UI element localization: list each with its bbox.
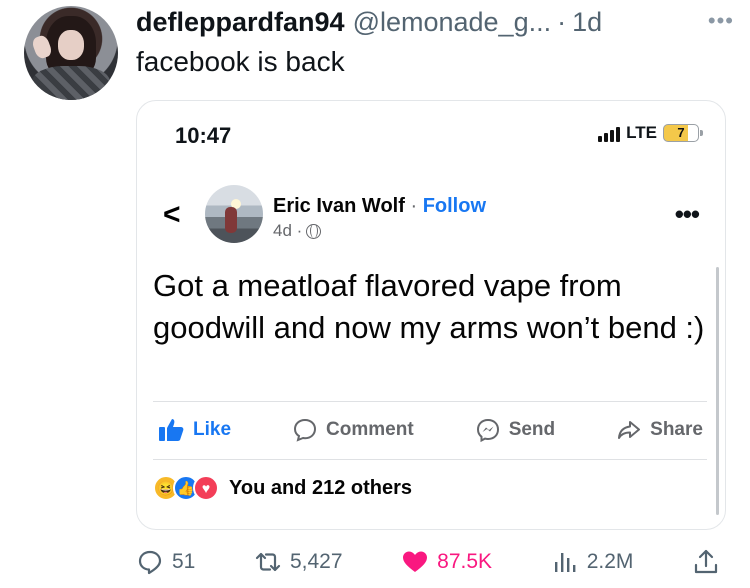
- status-bar-time: 10:47: [175, 123, 232, 148]
- battery-icon: 7: [663, 124, 703, 142]
- fb-post-age: 4d ·: [273, 221, 303, 240]
- share-label: Share: [650, 419, 703, 440]
- retweet-count: 5,427: [289, 550, 343, 573]
- avatar-person: [225, 207, 237, 233]
- fb-separator: ·: [410, 195, 418, 217]
- views-button[interactable]: 2.2M: [551, 548, 634, 576]
- fb-post-text: Got a meatloaf flavored vape from goodwi…: [153, 268, 705, 345]
- tweet-action-bar: 51 5,427 87.5K 2.2M: [136, 548, 720, 576]
- tweet-header: defleppardfan94 @lemonade_g... · 1d: [136, 6, 602, 38]
- reply-icon: [138, 550, 162, 575]
- like-icon: [159, 419, 184, 441]
- fb-reactions: 😆 👍 ♥ You and 212 others: [153, 475, 412, 501]
- like-button[interactable]: 87.5K: [401, 548, 492, 576]
- send-icon: [476, 418, 499, 443]
- tweet-text: facebook is back: [136, 46, 345, 77]
- fb-more-icon: •••: [674, 199, 700, 229]
- tweet-time[interactable]: 1d: [572, 7, 602, 38]
- like-label: Like: [193, 419, 232, 440]
- embedded-image[interactable]: 10:47 LTE 7 < Eric Ivan Wolf · Follow 4d…: [136, 100, 726, 530]
- globe-icon: [306, 223, 322, 239]
- fb-avatar: [205, 185, 263, 243]
- header-dot: ·: [557, 6, 567, 37]
- fb-author-line: Eric Ivan Wolf · Follow: [273, 195, 486, 218]
- fb-follow-link: Follow: [422, 195, 487, 217]
- more-icon[interactable]: •••: [708, 8, 734, 34]
- fb-send-action: Send: [475, 417, 555, 443]
- fb-comment-action: Comment: [292, 417, 414, 443]
- user-avatar[interactable]: [24, 6, 118, 100]
- divider: [153, 459, 707, 460]
- scrollbar: [716, 267, 719, 515]
- back-chevron-icon: <: [163, 198, 181, 231]
- signal-icon: [598, 124, 621, 142]
- fb-author-name: Eric Ivan Wolf: [273, 195, 405, 217]
- heart-icon: [403, 551, 428, 572]
- views-icon: [554, 553, 576, 572]
- upload-icon: [694, 549, 718, 574]
- user-handle[interactable]: @lemonade_g...: [353, 7, 552, 38]
- fb-like-action: Like: [157, 417, 231, 443]
- send-label: Send: [508, 419, 556, 440]
- reply-button[interactable]: 51: [136, 548, 195, 576]
- retweet-icon: [255, 552, 281, 572]
- share-icon: [618, 421, 641, 439]
- comment-icon: [294, 418, 317, 442]
- love-reaction-icon: ♥: [193, 475, 219, 501]
- reply-count: 51: [172, 550, 196, 573]
- comment-label: Comment: [326, 419, 414, 440]
- fb-share-action: Share: [616, 417, 703, 443]
- network-label: LTE: [626, 123, 657, 142]
- display-name[interactable]: defleppardfan94: [136, 7, 345, 38]
- avatar-face: [58, 30, 84, 60]
- reactions-text: You and 212 others: [229, 476, 413, 499]
- fb-post-meta: 4d ·: [273, 221, 322, 241]
- retweet-button[interactable]: 5,427: [254, 548, 343, 576]
- share-tweet-button[interactable]: [692, 548, 720, 576]
- fb-action-bar: Like Comment Send Share: [157, 417, 703, 443]
- divider: [153, 401, 707, 402]
- avatar-sweater: [32, 66, 110, 100]
- status-bar-right: LTE 7: [598, 123, 703, 143]
- like-count: 87.5K: [437, 550, 493, 573]
- views-count: 2.2M: [586, 550, 634, 573]
